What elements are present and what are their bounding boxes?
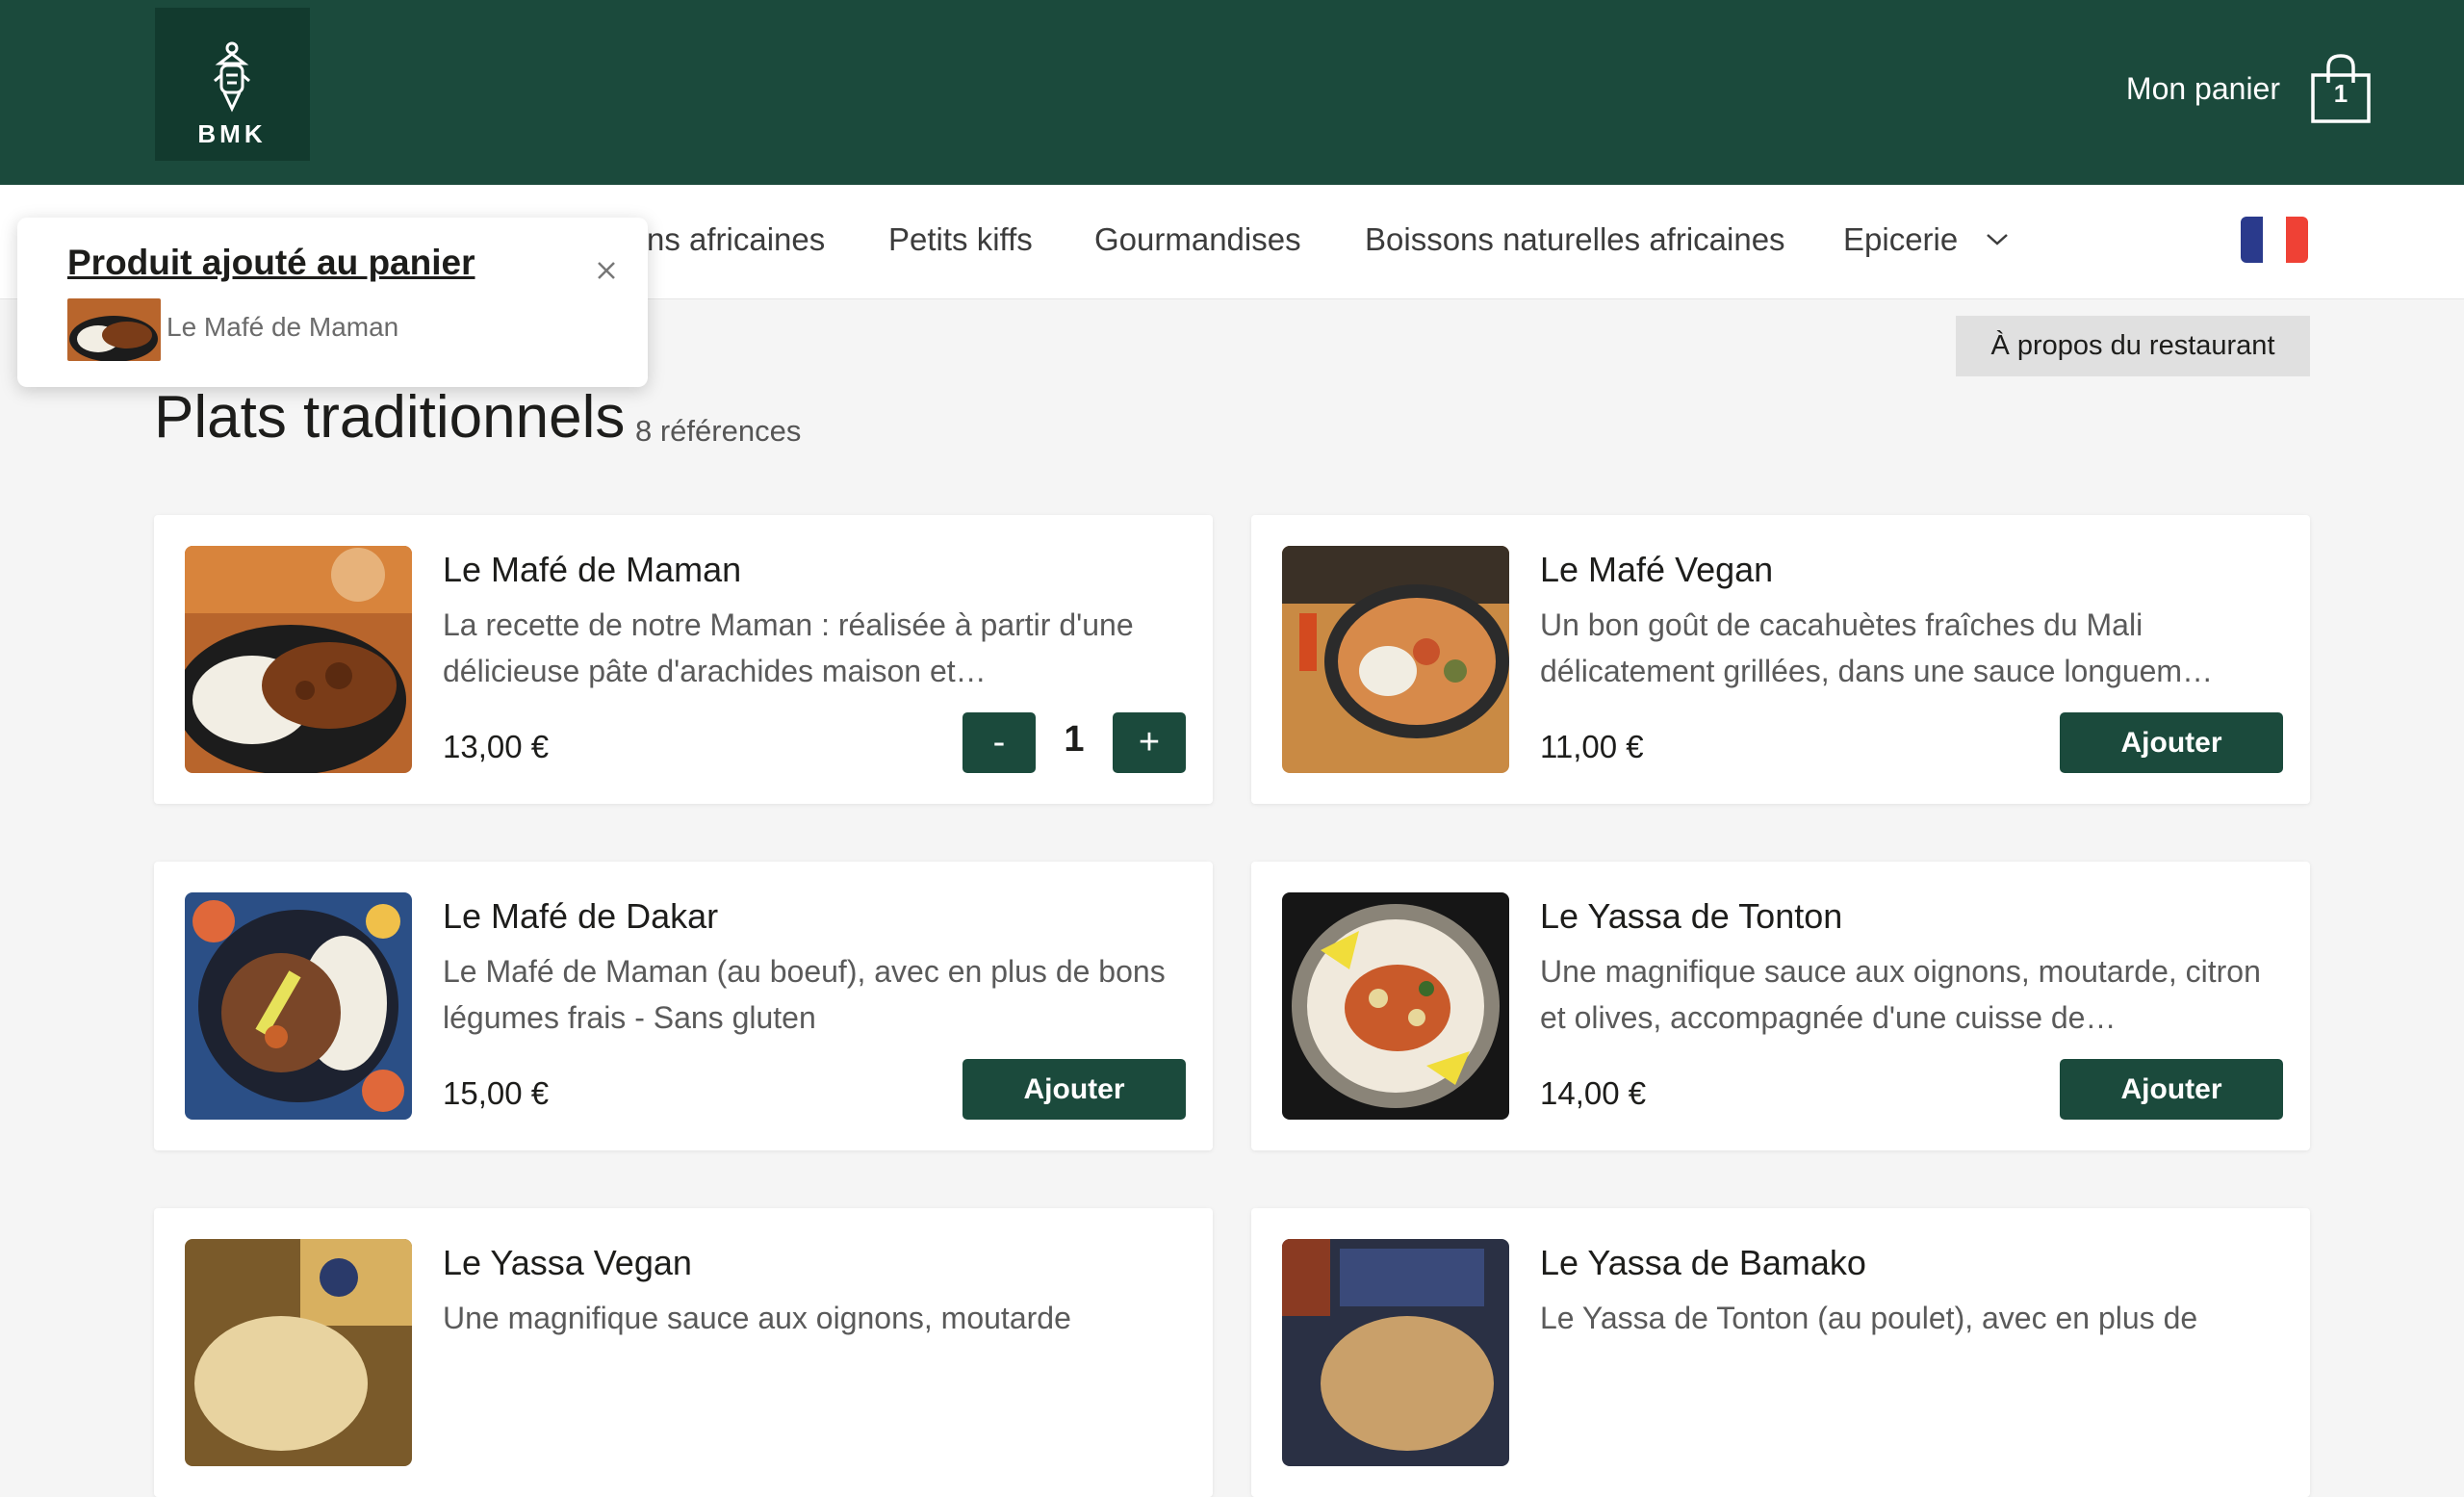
decrease-quantity-button[interactable]: -	[962, 712, 1036, 773]
add-to-cart-button[interactable]: Ajouter	[2060, 1059, 2283, 1120]
toast-product-thumbnail	[67, 298, 161, 361]
product-name[interactable]: Le Mafé Vegan	[1540, 550, 1773, 590]
product-description: La recette de notre Maman : réalisée à p…	[443, 607, 1134, 688]
cart-link[interactable]: Mon panier 1	[2126, 50, 2373, 127]
cart-label: Mon panier	[2125, 70, 2280, 106]
mask-emblem-icon: BMK	[197, 41, 266, 148]
product-price: 14,00 €	[1540, 1075, 1647, 1111]
svg-text:BMK: BMK	[197, 119, 266, 148]
product-name[interactable]: Le Yassa de Tonton	[1540, 896, 1842, 937]
product-name[interactable]: Le Yassa Vegan	[443, 1243, 692, 1283]
product-price: 15,00 €	[443, 1075, 550, 1111]
toast-product-name: Le Mafé de Maman	[167, 312, 399, 342]
added-to-cart-toast: Produit ajouté au panier Le Mafé de Mama…	[17, 218, 648, 387]
nav-item-boissons-naturelles[interactable]: Boissons naturelles africaines	[1365, 221, 1785, 258]
flag-stripe-blue	[2241, 217, 2264, 263]
product-description: Une magnifique sauce aux oignons, moutar…	[1540, 954, 2261, 1035]
nav-item-petits-kiffs[interactable]: Petits kiffs	[888, 221, 1033, 258]
increase-quantity-button[interactable]: +	[1113, 712, 1186, 773]
add-to-cart-button[interactable]: Ajouter	[962, 1059, 1186, 1120]
close-icon[interactable]	[592, 256, 621, 285]
nav-item-epicerie[interactable]: Epicerie	[1843, 221, 1958, 258]
section-title: Plats traditionnels	[154, 384, 626, 451]
add-to-cart-button[interactable]: Ajouter	[2060, 712, 2283, 773]
product-image[interactable]	[1282, 892, 1509, 1120]
product-price: 13,00 €	[443, 729, 550, 764]
product-card[interactable]: Le Mafé Vegan Un bon goût de cacahuètes …	[1251, 515, 2310, 804]
product-image[interactable]	[185, 546, 412, 773]
nav-item-gourmandises[interactable]: Gourmandises	[1094, 221, 1301, 258]
product-image[interactable]	[185, 892, 412, 1120]
toast-title[interactable]: Produit ajouté au panier	[67, 243, 475, 283]
flag-stripe-white	[2263, 217, 2286, 263]
bmk-logo[interactable]: BMK	[155, 8, 310, 161]
cart-count-badge: 1	[2333, 79, 2348, 108]
nav-item-boissons[interactable]: ns africaines	[647, 221, 825, 258]
site-header: BMK Mon panier 1	[0, 0, 2464, 185]
product-name[interactable]: Le Yassa de Bamako	[1540, 1243, 1866, 1283]
flag-stripe-red	[2285, 217, 2308, 263]
section-count: 8 références	[635, 414, 802, 448]
chevron-down-icon[interactable]	[1985, 231, 2010, 248]
product-card[interactable]: Le Yassa Vegan Une magnifique sauce aux …	[154, 1208, 1213, 1497]
quantity-value: 1	[1064, 719, 1085, 760]
product-card[interactable]: Le Mafé de Dakar Le Mafé de Maman (au bo…	[154, 862, 1213, 1150]
about-restaurant-button[interactable]: À propos du restaurant	[1956, 316, 2310, 376]
shopping-bag-icon[interactable]: 1	[2309, 54, 2373, 123]
product-image[interactable]	[185, 1239, 412, 1466]
product-name[interactable]: Le Mafé de Maman	[443, 550, 741, 590]
product-image[interactable]	[1282, 1239, 1509, 1466]
product-description: Le Yassa de Tonton (au poulet), avec en …	[1540, 1301, 2198, 1335]
product-name[interactable]: Le Mafé de Dakar	[443, 896, 718, 937]
product-image[interactable]	[1282, 546, 1509, 773]
product-price: 11,00 €	[1540, 729, 1644, 764]
french-flag-language-selector[interactable]	[2241, 217, 2308, 263]
product-card[interactable]: Le Yassa de Bamako Le Yassa de Tonton (a…	[1251, 1208, 2310, 1497]
product-card[interactable]: Le Mafé de Maman La recette de notre Mam…	[154, 515, 1213, 804]
product-description: Le Mafé de Maman (au boeuf), avec en plu…	[443, 954, 1166, 1035]
product-description: Un bon goût de cacahuètes fraîches du Ma…	[1540, 607, 2214, 688]
product-description: Une magnifique sauce aux oignons, moutar…	[443, 1301, 1071, 1335]
product-card[interactable]: Le Yassa de Tonton Une magnifique sauce …	[1251, 862, 2310, 1150]
